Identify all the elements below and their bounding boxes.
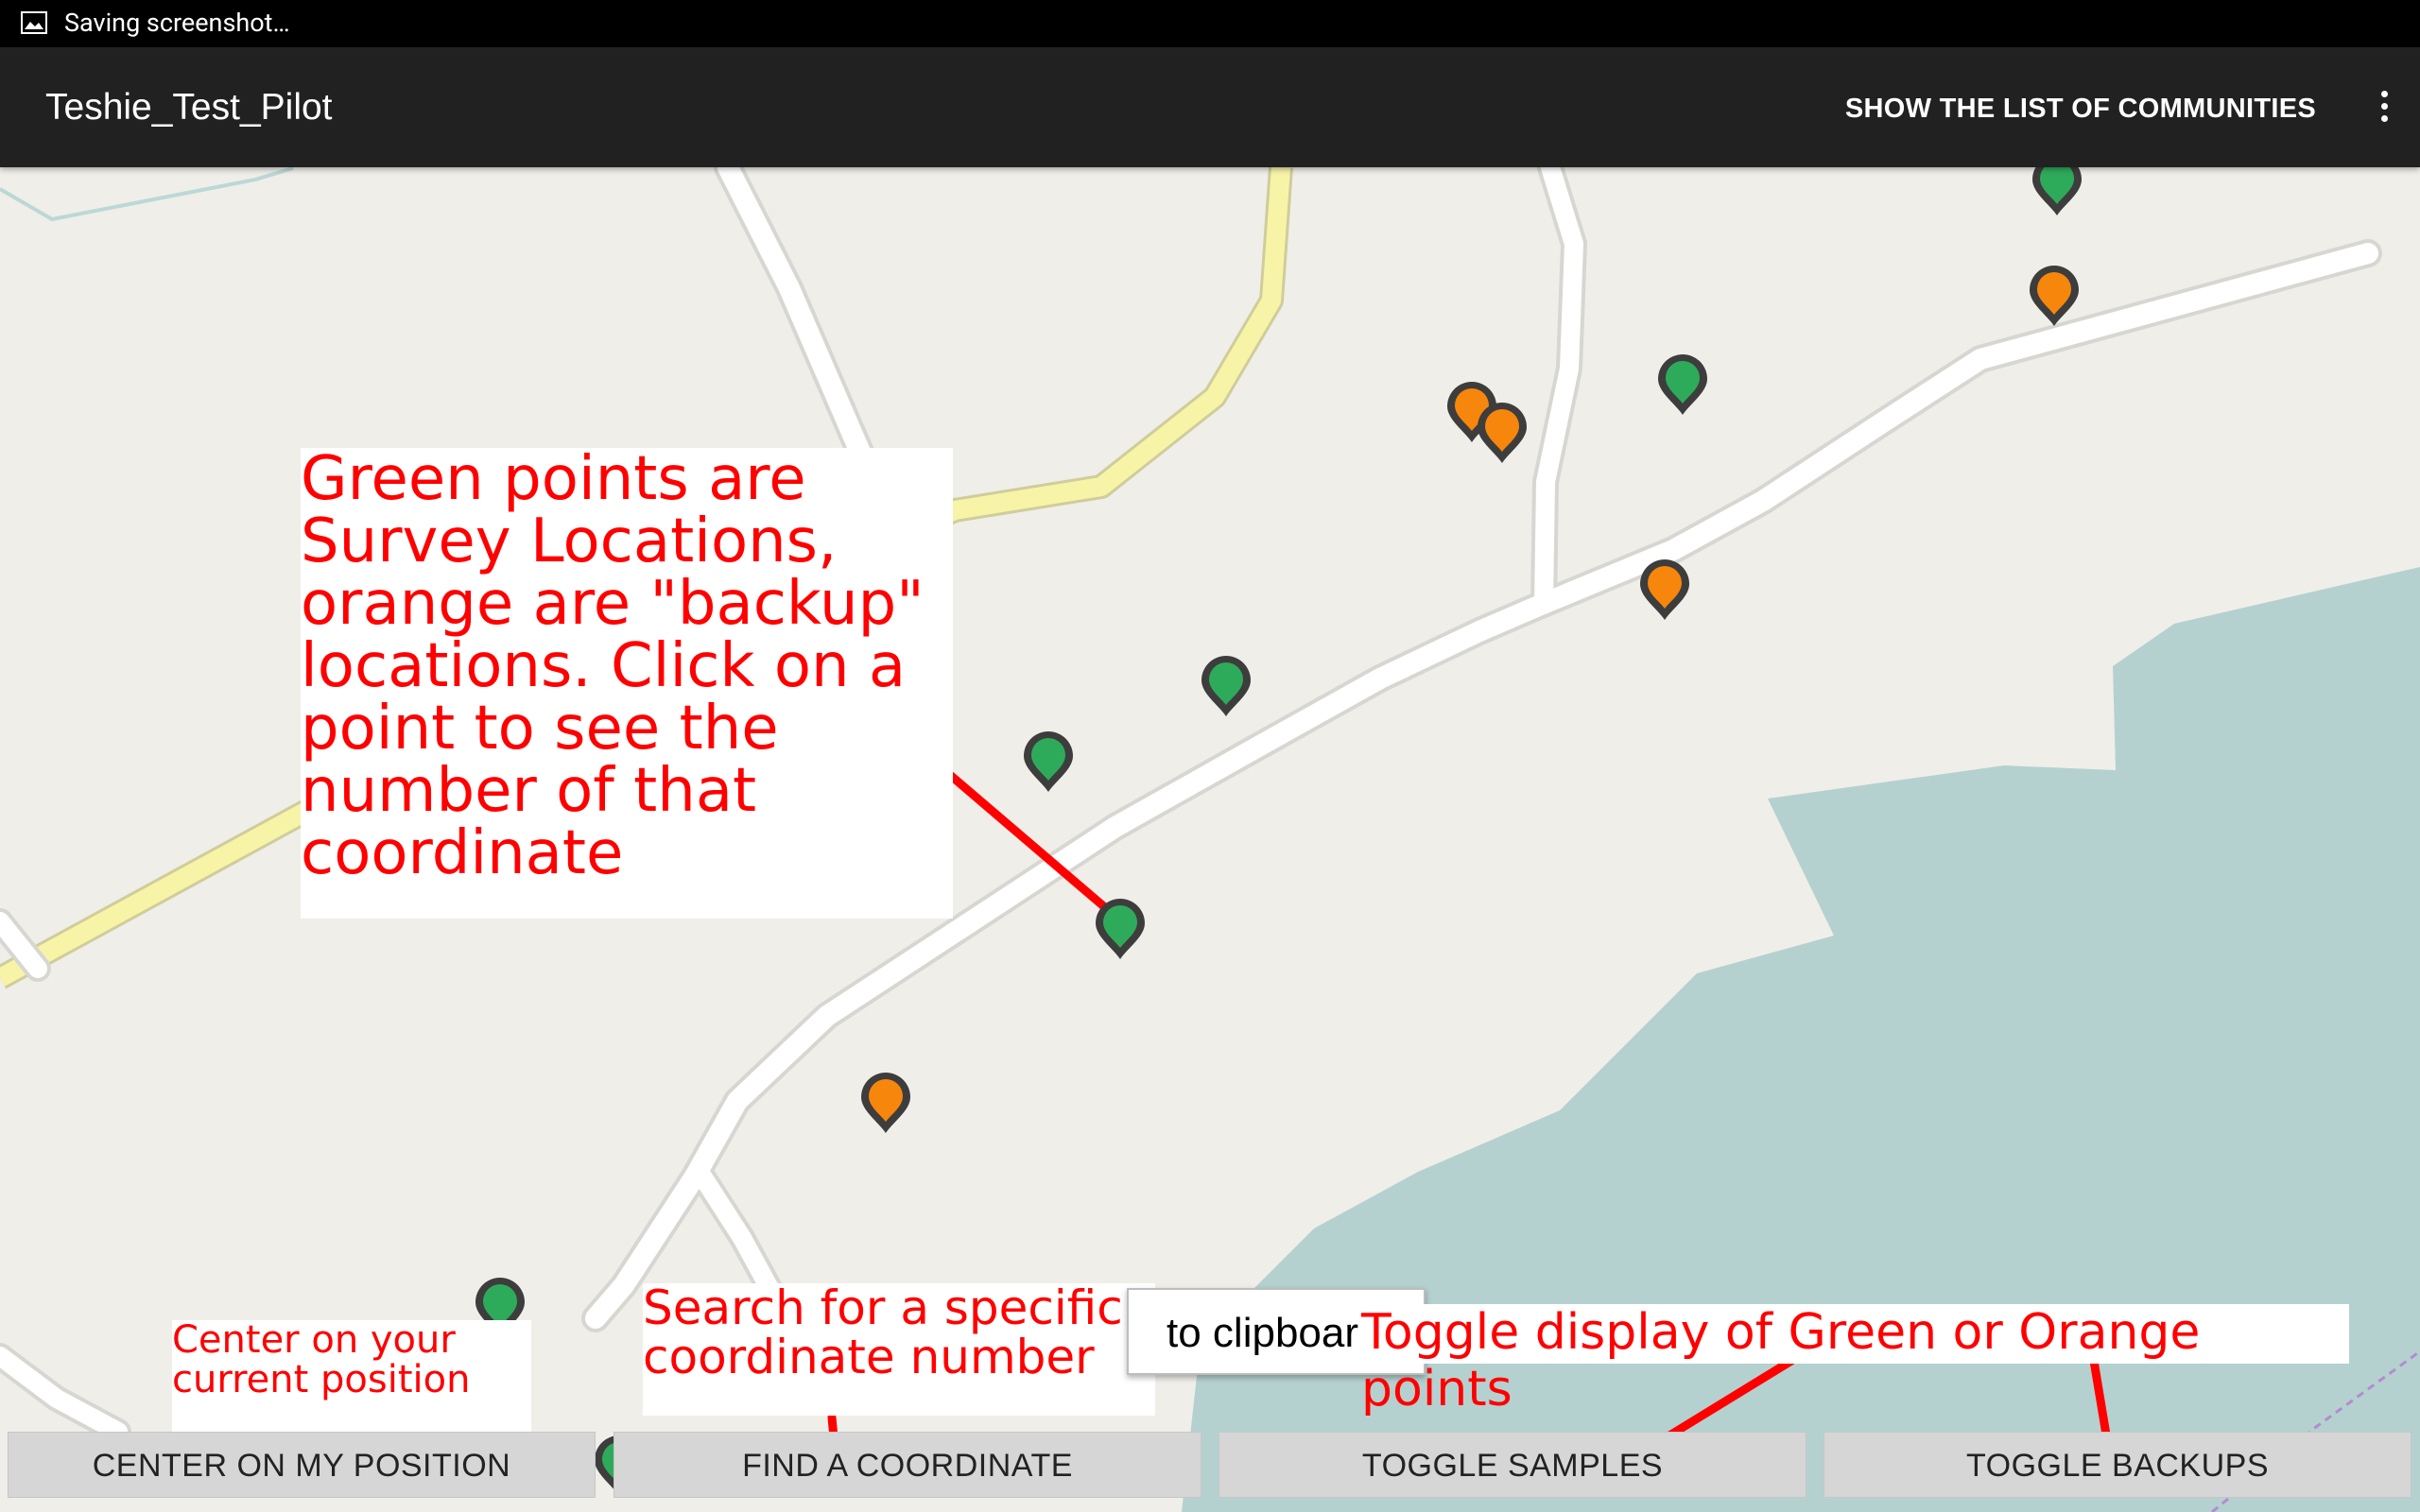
backup-location-marker[interactable]: [1640, 559, 1689, 620]
backup-location-marker[interactable]: [2030, 266, 2079, 326]
status-bar: Saving screenshot…: [0, 0, 2420, 47]
toggle-backups-button[interactable]: TOGGLE BACKUPS: [1824, 1432, 2411, 1498]
survey-location-marker[interactable]: [1024, 731, 1073, 792]
app-title: Teshie_Test_Pilot: [45, 87, 333, 128]
annotation-toggle: Toggle display of Green or Orange points: [1361, 1304, 2349, 1418]
annotation-center-text: Center on your current position: [172, 1318, 471, 1401]
center-on-position-button[interactable]: CENTER ON MY POSITION: [8, 1432, 596, 1498]
image-icon: [21, 11, 47, 34]
annotation-legend: Green points are Survey Locations, orang…: [301, 448, 953, 919]
status-text: Saving screenshot…: [64, 8, 290, 38]
backup-location-marker[interactable]: [1478, 403, 1527, 463]
action-bar: Teshie_Test_Pilot SHOW THE LIST OF COMMU…: [0, 47, 2420, 167]
annotation-center: Center on your current position: [172, 1320, 531, 1439]
survey-location-marker[interactable]: [1658, 354, 1707, 415]
clipboard-toast-text: to clipboar: [1167, 1310, 1359, 1356]
annotation-find-text: Search for a specific coordinate number: [643, 1280, 1123, 1384]
annotation-legend-text: Green points are Survey Locations, orang…: [301, 444, 925, 888]
toggle-samples-button[interactable]: TOGGLE SAMPLES: [1219, 1432, 1806, 1498]
show-communities-button[interactable]: SHOW THE LIST OF COMMUNITIES: [1845, 90, 2316, 128]
survey-location-marker[interactable]: [1201, 656, 1251, 716]
overflow-menu-icon[interactable]: [2375, 85, 2394, 130]
survey-location-marker[interactable]: [1096, 899, 1145, 959]
find-coordinate-button[interactable]: FIND A COORDINATE: [614, 1432, 1201, 1498]
backup-location-marker[interactable]: [861, 1073, 910, 1133]
annotation-find: Search for a specific coordinate number: [643, 1283, 1155, 1416]
